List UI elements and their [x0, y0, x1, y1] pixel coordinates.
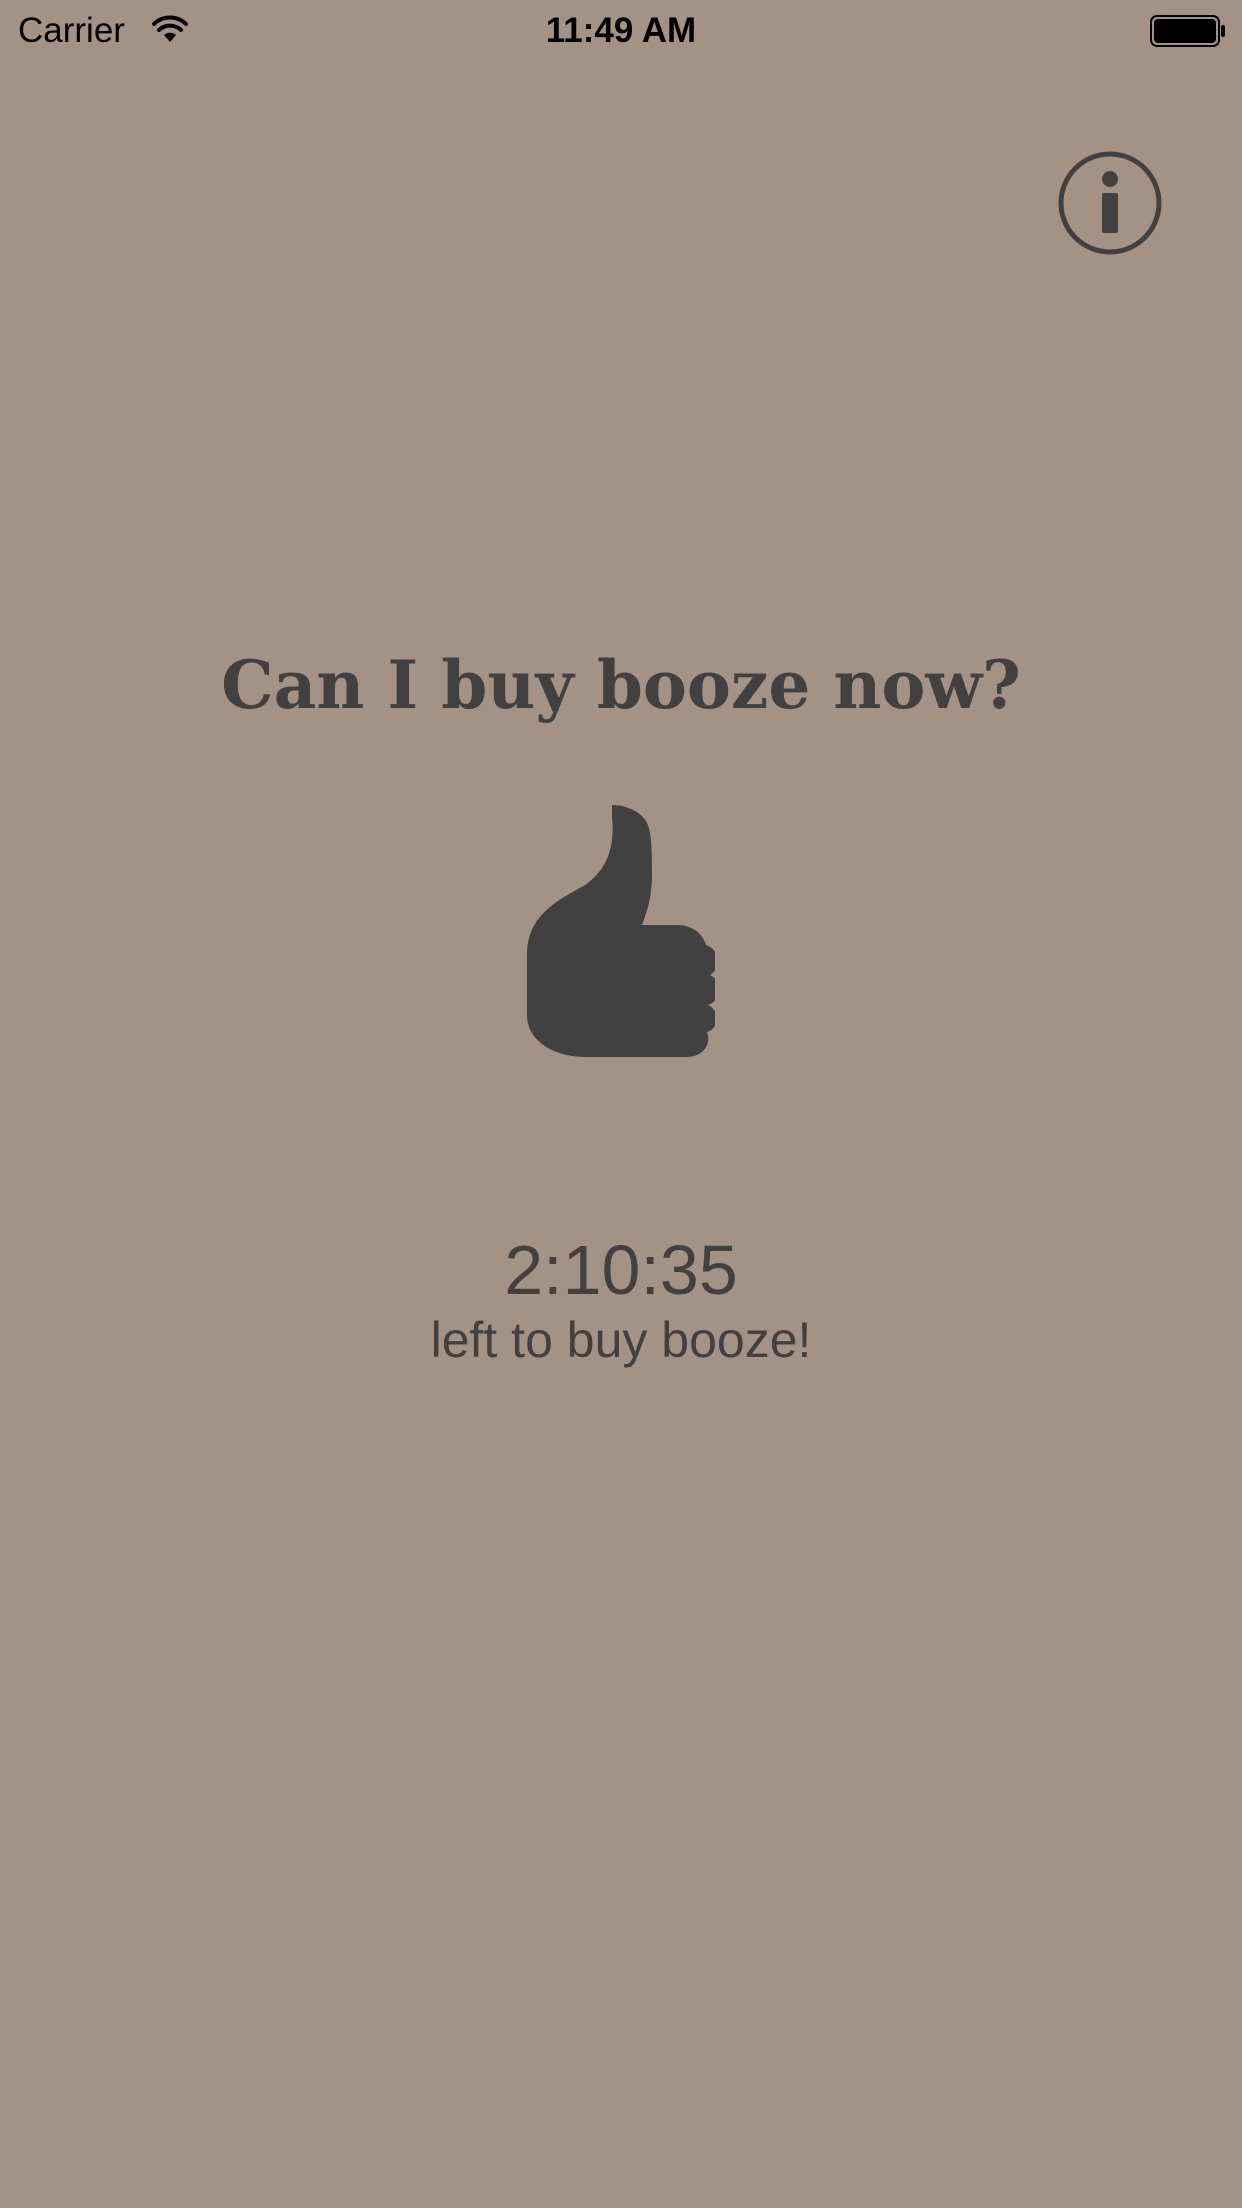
info-button[interactable] — [1058, 151, 1162, 255]
status-time: 11:49 AM — [545, 11, 697, 50]
page-title: Can I buy booze now? — [221, 646, 1021, 724]
status-bar: Carrier 11:49 AM — [0, 0, 1242, 60]
battery-icon — [1150, 15, 1225, 47]
countdown-timer: 2:10:35 — [504, 1231, 738, 1309]
thumbs-up-icon — [527, 805, 715, 1057]
countdown-caption: left to buy booze! — [430, 1312, 812, 1368]
